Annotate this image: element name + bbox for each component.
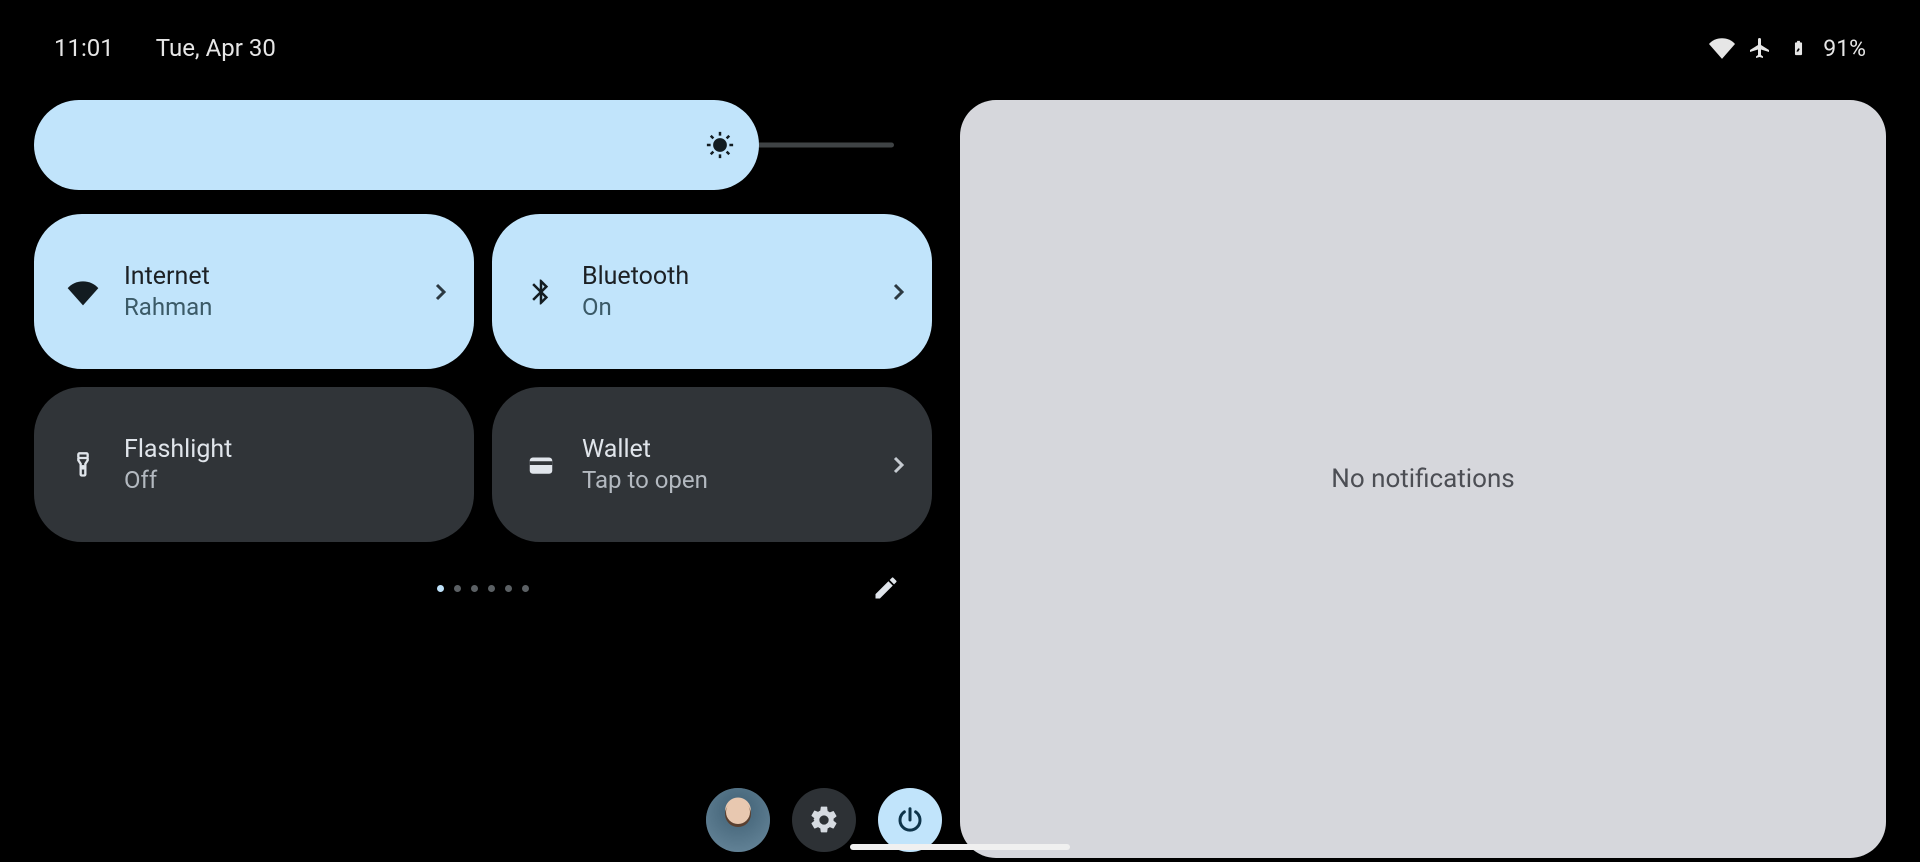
page-dot bbox=[488, 585, 495, 592]
page-dot bbox=[471, 585, 478, 592]
avatar bbox=[706, 788, 770, 852]
brightness-icon bbox=[705, 130, 735, 160]
page-dot bbox=[522, 585, 529, 592]
brightness-slider[interactable] bbox=[34, 100, 932, 190]
power-button[interactable] bbox=[878, 788, 942, 852]
notification-shade[interactable]: No notifications bbox=[960, 100, 1886, 858]
tile-subtitle: On bbox=[582, 293, 862, 321]
tiles-footer bbox=[34, 566, 932, 610]
tile-texts: Flashlight Off bbox=[124, 435, 452, 494]
status-time: 11:01 bbox=[54, 34, 114, 62]
user-switcher-button[interactable] bbox=[706, 788, 770, 852]
tile-texts: Internet Rahman bbox=[124, 262, 404, 321]
page-indicator[interactable] bbox=[437, 585, 529, 592]
tile-title: Flashlight bbox=[124, 435, 452, 464]
tile-bluetooth[interactable]: Bluetooth On bbox=[492, 214, 932, 369]
quick-settings-panel: Internet Rahman Bluetooth On bbox=[34, 100, 932, 862]
tile-subtitle: Tap to open bbox=[582, 466, 862, 494]
chevron-right-icon[interactable] bbox=[428, 280, 452, 304]
tile-title: Internet bbox=[124, 262, 404, 291]
flashlight-icon bbox=[66, 448, 100, 482]
chevron-right-icon[interactable] bbox=[886, 280, 910, 304]
notification-empty-label: No notifications bbox=[1331, 464, 1514, 494]
tile-texts: Wallet Tap to open bbox=[582, 435, 862, 494]
tile-wallet[interactable]: Wallet Tap to open bbox=[492, 387, 932, 542]
page-dot bbox=[454, 585, 461, 592]
gesture-handle[interactable] bbox=[850, 844, 1070, 850]
wifi-icon bbox=[66, 275, 100, 309]
brightness-thumb[interactable] bbox=[34, 100, 759, 190]
status-bar: 11:01 Tue, Apr 30 91% bbox=[0, 34, 1920, 62]
chevron-right-icon[interactable] bbox=[886, 453, 910, 477]
settings-button[interactable] bbox=[792, 788, 856, 852]
airplane-icon bbox=[1747, 35, 1773, 61]
wallet-icon bbox=[524, 448, 558, 482]
edit-tiles-button[interactable] bbox=[864, 566, 908, 610]
tile-flashlight[interactable]: Flashlight Off bbox=[34, 387, 474, 542]
bluetooth-icon bbox=[524, 275, 558, 309]
tile-subtitle: Off bbox=[124, 466, 452, 494]
tile-texts: Bluetooth On bbox=[582, 262, 862, 321]
tile-title: Bluetooth bbox=[582, 262, 862, 291]
status-right: 91% bbox=[1709, 35, 1866, 62]
page-dot bbox=[505, 585, 512, 592]
wifi-status-icon bbox=[1709, 35, 1735, 61]
tile-internet[interactable]: Internet Rahman bbox=[34, 214, 474, 369]
page-dot bbox=[437, 585, 444, 592]
notification-panel-container: No notifications bbox=[960, 100, 1886, 852]
status-left: 11:01 Tue, Apr 30 bbox=[54, 34, 276, 62]
status-date: Tue, Apr 30 bbox=[156, 34, 276, 62]
tile-title: Wallet bbox=[582, 435, 862, 464]
qs-action-row bbox=[706, 788, 942, 852]
battery-icon bbox=[1785, 35, 1811, 61]
tile-subtitle: Rahman bbox=[124, 293, 404, 321]
tiles-grid: Internet Rahman Bluetooth On bbox=[34, 214, 932, 542]
battery-percent: 91% bbox=[1823, 35, 1866, 62]
